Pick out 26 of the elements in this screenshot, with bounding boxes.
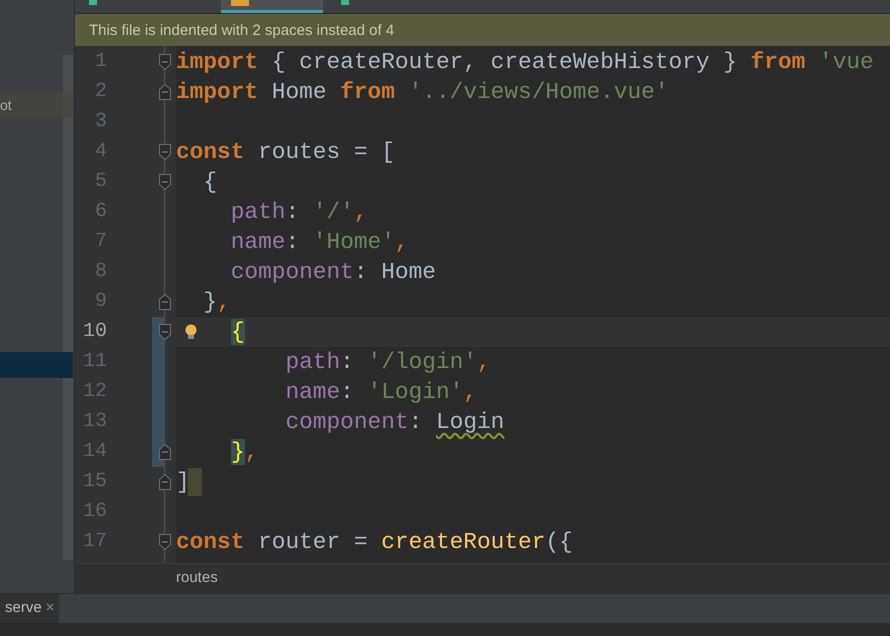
line-number: 10 (82, 319, 107, 345)
vue-file-icon (89, 0, 97, 5)
lightbulb-icon[interactable] (185, 324, 197, 340)
code-line: ] (176, 468, 190, 497)
js-file-icon (231, 0, 249, 6)
code-line: component: Home (230, 258, 436, 287)
code-line: { (202, 168, 218, 197)
code-line: import { createRouter, createWebHistory } from 'vue (176, 48, 874, 77)
scrollbar[interactable] (63, 55, 73, 560)
code-line: name: 'Home', (230, 228, 409, 257)
code-line: }, (202, 288, 231, 317)
run-tab[interactable]: serve × (0, 594, 60, 623)
close-icon[interactable]: × (46, 597, 54, 620)
vue-file-icon (341, 0, 349, 5)
breadcrumb[interactable]: routes (176, 567, 218, 590)
editor-tab[interactable] (221, 0, 323, 13)
code-line: const routes = [ (176, 138, 395, 167)
code-line: path: '/', (230, 198, 368, 227)
indent-notification: This file is indented with 2 spaces instead of 4 (75, 13, 890, 46)
code-line: component: Login (284, 408, 504, 437)
code-line: const router = createRouter({ (176, 528, 573, 557)
code-line: }, (231, 438, 258, 467)
tree-row[interactable]: ot (0, 92, 73, 118)
code-line: path: '/login', (284, 348, 491, 377)
code-line: import Home from '../views/Home.vue' (176, 78, 669, 107)
code-line: name: 'Login', (284, 378, 477, 407)
